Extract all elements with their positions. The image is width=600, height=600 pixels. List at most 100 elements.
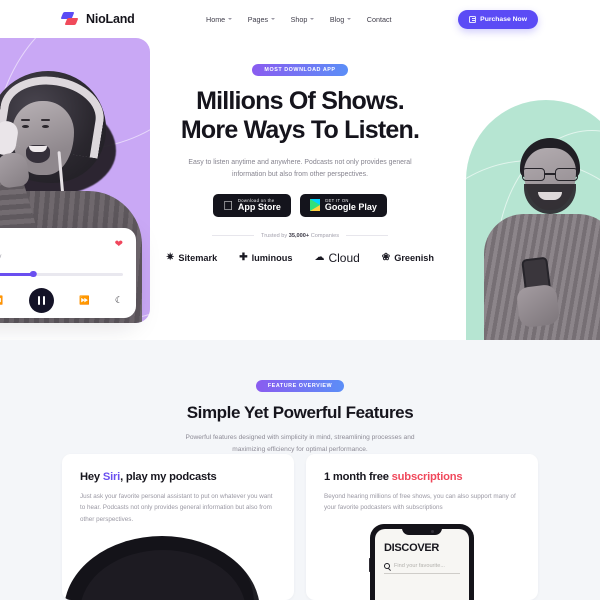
chevron-down-icon	[309, 18, 314, 20]
plus-circle-icon: ✚	[239, 251, 248, 263]
trusted-by-row: Trusted by 35,000+ Companies	[150, 233, 450, 239]
search-icon	[384, 563, 390, 569]
divider-right	[346, 235, 389, 237]
google-play-small-label: GET IT ON	[320, 197, 349, 203]
landing-page: NioLand Home Pages Shop Blog Contact Pur…	[0, 0, 600, 600]
features-heading: Simple Yet Powerful Features	[186, 403, 414, 422]
brand-greenish: ❀ Greenish	[381, 251, 435, 263]
nav-label: Shop	[290, 14, 308, 24]
features-header: FEATURE OVERVIEW Simple Yet Powerful Fea…	[0, 340, 600, 455]
nav-label: Home	[206, 14, 226, 24]
hero-subtitle: Easy to listen anytime and anywhere. Pod…	[188, 158, 412, 178]
repeat-icon[interactable]: ☾	[115, 295, 123, 306]
divider-left	[211, 235, 254, 237]
feature-cards: Hey Siri, play my podcasts Just ask your…	[0, 454, 600, 600]
google-play-label: Google Play	[320, 201, 377, 212]
feature-card-title: 1 month free subscriptions	[324, 471, 520, 483]
brand-luminous: ✚ luminous	[239, 251, 293, 263]
hero-heading-line2: More Ways To Listen.	[180, 116, 420, 145]
trusted-prefix: Trusted by	[260, 232, 289, 239]
black-headphone-image	[64, 536, 260, 600]
features-section: FEATURE OVERVIEW Simple Yet Powerful Fea…	[0, 340, 600, 600]
site-header: NioLand Home Pages Shop Blog Contact Pur…	[0, 0, 600, 38]
nav-label: Contact	[366, 14, 392, 24]
app-store-label: App Store	[232, 201, 281, 212]
phone-search-field[interactable]: Find your favourite...	[384, 563, 460, 574]
hero-right-image	[456, 90, 600, 340]
title-accent: subscriptions	[391, 471, 463, 483]
music-player-card: Growth Alex Courtney ❤ ⇄ ⏪ ⏩ ☾	[0, 228, 136, 318]
logo-text: NioLand	[86, 12, 135, 26]
brand-label: Sitemark	[178, 252, 218, 263]
feature-card-subscriptions[interactable]: 1 month free subscriptions Beyond hearin…	[306, 454, 538, 600]
phone-screen: DISCOVER Find your favourite...	[375, 529, 469, 600]
chevron-down-icon	[270, 18, 275, 20]
nav-label: Pages	[247, 14, 269, 24]
track-artist: Alex Courtney	[0, 253, 124, 260]
title-accent: Siri	[102, 471, 121, 483]
track-title: Growth	[0, 238, 124, 250]
brand-label: luminous	[251, 252, 293, 263]
brand-logos: ✷ Sitemark ✚ luminous ☁ Cloud ❀ Greenish	[150, 251, 450, 265]
google-play-button[interactable]: GET IT ON Google Play	[299, 193, 387, 217]
brand-cloud: ☁ Cloud	[314, 251, 359, 265]
player-controls: ⇄ ⏪ ⏩ ☾	[0, 286, 123, 314]
nav-item-home[interactable]: Home	[206, 15, 232, 24]
features-badge: FEATURE OVERVIEW	[255, 380, 345, 392]
previous-icon[interactable]: ⏪	[0, 295, 3, 306]
store-buttons:  Download on the App Store GET IT ON Go…	[150, 193, 450, 217]
feature-card-siri[interactable]: Hey Siri, play my podcasts Just ask your…	[62, 454, 294, 600]
title-pre: 1 month free	[324, 471, 392, 483]
apple-icon: 	[223, 199, 233, 212]
trusted-by-text: Trusted by 35,000+ Companies	[261, 233, 339, 239]
title-pre: Hey	[80, 471, 103, 483]
cloud-icon: ☁	[314, 251, 325, 263]
card-icon	[469, 15, 477, 23]
feature-card-text: Just ask your favorite personal assistan…	[80, 493, 273, 523]
purchase-now-label: Purchase Now	[480, 15, 527, 23]
nav-label: Blog	[329, 14, 345, 24]
hero-heading: Millions Of Shows. More Ways To Listen.	[150, 87, 450, 146]
brand-label: Greenish	[394, 252, 435, 263]
app-store-small-label: Download on the	[232, 197, 274, 203]
hero-badge: MOST DOWNLOAD APP	[252, 64, 348, 76]
search-placeholder: Find your favourite...	[394, 563, 445, 569]
pause-icon[interactable]	[28, 287, 54, 313]
main-nav: Home Pages Shop Blog Contact	[206, 15, 392, 24]
hero-section: Growth Alex Courtney ❤ ⇄ ⏪ ⏩ ☾ MOST DOWN…	[0, 38, 600, 340]
title-post: , play my podcasts	[120, 471, 217, 483]
phone-mockup: DISCOVER Find your favourite...	[368, 524, 474, 600]
chevron-down-icon	[346, 18, 351, 20]
brand-label: Cloud	[328, 250, 360, 265]
nav-item-pages[interactable]: Pages	[248, 15, 275, 24]
trusted-suffix: Companies	[309, 232, 340, 239]
progress-fill	[0, 273, 34, 276]
brand-logo[interactable]: NioLand	[60, 11, 135, 27]
next-icon[interactable]: ⏩	[79, 295, 90, 306]
asterisk-icon: ✷	[165, 251, 175, 263]
logo-mark-icon	[60, 11, 80, 27]
progress-knob[interactable]	[30, 271, 37, 278]
google-play-icon	[309, 199, 320, 212]
trusted-count: 35,000+	[288, 232, 310, 239]
heart-icon[interactable]: ❤	[115, 240, 123, 250]
hero-heading-line1: Millions Of Shows.	[196, 87, 405, 115]
brand-sitemark: ✷ Sitemark	[165, 251, 218, 263]
chevron-down-icon	[227, 18, 232, 20]
features-subtitle-line1: Powerful features designed with simplici…	[185, 434, 415, 441]
hero-content: MOST DOWNLOAD APP Millions Of Shows. Mor…	[150, 58, 450, 265]
purchase-now-button[interactable]: Purchase Now	[458, 9, 538, 29]
man-holding-phone-illustration	[478, 118, 600, 340]
phone-notch	[402, 527, 442, 535]
features-subtitle-line2: maximizing efficiency for optimal perfor…	[232, 445, 368, 453]
feature-card-title: Hey Siri, play my podcasts	[80, 471, 276, 483]
progress-bar[interactable]	[0, 271, 123, 278]
phone-side-button	[368, 558, 370, 572]
nav-item-blog[interactable]: Blog	[330, 15, 351, 24]
features-subtitle: Powerful features designed with simplici…	[0, 432, 600, 455]
nav-item-shop[interactable]: Shop	[291, 15, 314, 24]
discover-title: DISCOVER	[384, 542, 440, 554]
app-store-button[interactable]:  Download on the App Store	[213, 193, 291, 217]
nav-item-contact[interactable]: Contact	[367, 15, 392, 24]
leaf-icon: ❀	[381, 251, 391, 263]
